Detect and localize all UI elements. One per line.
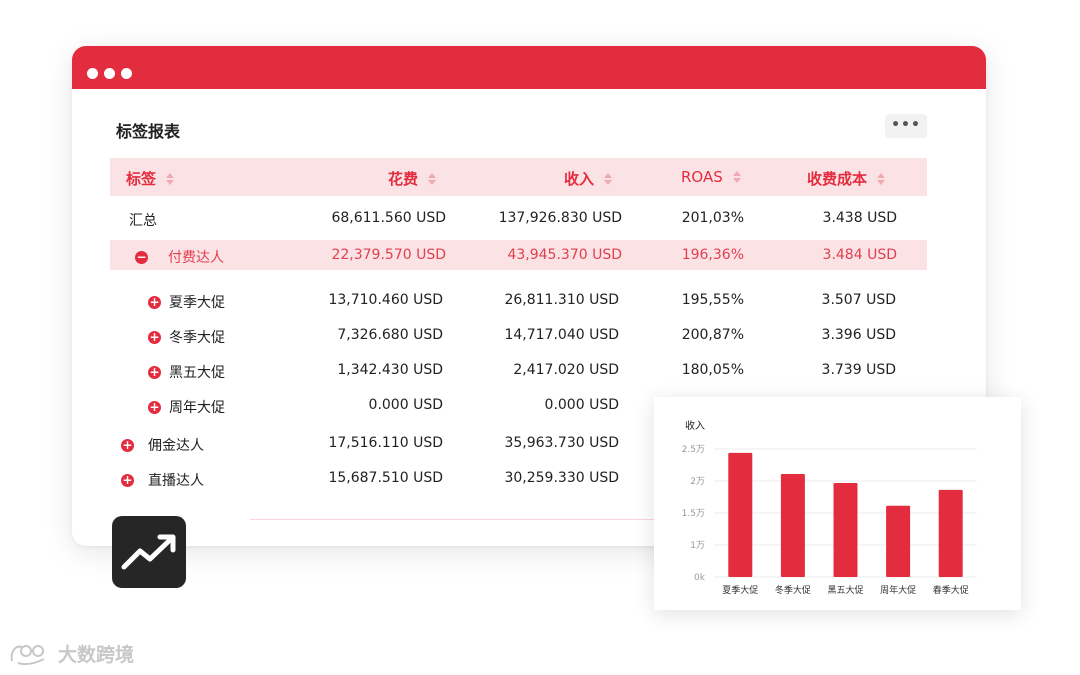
window-dot-icon <box>121 68 132 79</box>
column-header-cost[interactable]: 收费成本 <box>807 168 886 189</box>
window-dot-icon <box>87 68 98 79</box>
sort-icon[interactable] <box>166 172 175 185</box>
revenue-cell: 137,926.830 USD <box>498 210 622 226</box>
row-label: 周年大促 <box>169 400 225 416</box>
expand-icon[interactable]: + <box>148 295 161 309</box>
watermark-text: 大数跨境 <box>58 644 135 666</box>
row-label: 付费达人 <box>168 250 224 266</box>
cost-cell: 3.484 USD <box>822 247 897 263</box>
roas-cell: 180,05% <box>681 362 744 378</box>
expand-icon[interactable]: + <box>148 400 161 414</box>
more-options-button[interactable]: ••• <box>885 114 927 138</box>
row-label: 夏季大促 <box>169 295 225 311</box>
roas-cell: 200,87% <box>681 327 744 343</box>
row-label: 冬季大促 <box>169 330 225 346</box>
expand-icon[interactable]: + <box>121 473 134 487</box>
trending-up-icon <box>112 516 186 588</box>
window-titlebar <box>72 46 986 89</box>
revenue-chart-card: 收入 0k 1万 1.5万 2万 2.5万 夏季大促 冬季大促 黑五大促 周年大促 春季大促 <box>654 397 1021 610</box>
revenue-bar-chart: 0k 1万 1.5万 2万 2.5万夏季大促 冬季大促 黑五大促 周年大促 春季大促 <box>682 445 977 596</box>
roas-cell: 196,36% <box>681 247 744 263</box>
panel-title: 标签报表 <box>116 122 181 141</box>
y-tick-label: 2万 <box>690 477 705 487</box>
row-label: 黑五大促 <box>169 365 225 381</box>
x-tick-label: 夏季大促 <box>722 584 758 596</box>
row-label: 佣金达人 <box>148 438 204 454</box>
revenue-cell: 30,259.330 USD <box>504 470 619 486</box>
table-row-paid-creators[interactable]: − 付费达人 22,379.570 USD 43,945.370 USD 196… <box>110 240 927 270</box>
tag-report-table: 标签 花费 收入 ROAS 收费成本 汇总 68,611.560 USD 137… <box>110 158 927 489</box>
table-row[interactable]: + 夏季大促 13,710.460 USD 26,811.310 USD 195… <box>110 285 927 315</box>
revenue-cell: 0.000 USD <box>544 397 619 413</box>
x-tick-label: 周年大促 <box>880 584 916 596</box>
collapse-icon[interactable]: − <box>135 250 148 264</box>
expand-icon[interactable]: + <box>148 330 161 344</box>
column-header-roas[interactable]: ROAS <box>681 168 741 186</box>
y-tick-label: 2.5万 <box>682 445 705 455</box>
chart-bar[interactable] <box>780 474 805 577</box>
row-label: 直播达人 <box>148 473 204 489</box>
revenue-cell: 26,811.310 USD <box>504 292 619 308</box>
roas-cell: 201,03% <box>681 210 744 226</box>
spend-cell: 13,710.460 USD <box>328 292 443 308</box>
sort-icon[interactable] <box>428 172 437 185</box>
column-header-revenue[interactable]: 收入 <box>564 168 613 189</box>
spend-cell: 7,326.680 USD <box>337 327 443 343</box>
table-row-summary[interactable]: 汇总 68,611.560 USD 137,926.830 USD 201,03… <box>110 203 927 233</box>
sort-icon[interactable] <box>877 172 886 185</box>
cost-cell: 3.438 USD <box>822 210 897 226</box>
expand-icon[interactable]: + <box>121 438 134 452</box>
table-row[interactable]: + 黑五大促 1,342.430 USD 2,417.020 USD 180,0… <box>110 355 927 385</box>
revenue-cell: 35,963.730 USD <box>504 435 619 451</box>
chart-bar[interactable] <box>886 505 911 577</box>
y-tick-label: 1.5万 <box>682 509 705 519</box>
cost-cell: 3.507 USD <box>821 292 896 308</box>
spend-cell: 15,687.510 USD <box>328 470 443 486</box>
x-tick-label: 春季大促 <box>933 584 969 596</box>
x-tick-label: 冬季大促 <box>775 584 811 596</box>
revenue-cell: 14,717.040 USD <box>504 327 619 343</box>
sort-icon[interactable] <box>732 171 741 183</box>
chart-bar[interactable] <box>728 452 753 577</box>
sort-icon[interactable] <box>604 172 613 185</box>
roas-cell: 195,55% <box>681 292 744 308</box>
chart-bar[interactable] <box>938 489 963 577</box>
x-tick-label: 黑五大促 <box>827 584 863 596</box>
column-header-spend[interactable]: 花费 <box>388 168 437 189</box>
window-dot-icon <box>104 68 115 79</box>
table-header: 标签 花费 收入 ROAS 收费成本 <box>110 158 927 196</box>
spend-cell: 1,342.430 USD <box>337 362 443 378</box>
spend-cell: 68,611.560 USD <box>331 210 446 226</box>
spend-cell: 0.000 USD <box>368 397 443 413</box>
watermark-logo-icon <box>10 644 45 665</box>
spend-cell: 17,516.110 USD <box>328 435 443 451</box>
y-tick-label: 0k <box>694 573 706 583</box>
watermark: 大数跨境 <box>8 640 134 667</box>
revenue-cell: 43,945.370 USD <box>507 247 622 263</box>
spend-cell: 22,379.570 USD <box>331 247 446 263</box>
row-label: 汇总 <box>129 213 157 229</box>
chart-bar[interactable] <box>833 483 858 577</box>
expand-icon[interactable]: + <box>148 365 161 379</box>
revenue-cell: 2,417.020 USD <box>513 362 619 378</box>
cost-cell: 3.396 USD <box>821 327 896 343</box>
cost-cell: 3.739 USD <box>821 362 896 378</box>
table-row[interactable]: + 冬季大促 7,326.680 USD 14,717.040 USD 200,… <box>110 320 927 350</box>
column-header-tag[interactable]: 标签 <box>126 168 175 189</box>
y-tick-label: 1万 <box>690 541 705 551</box>
